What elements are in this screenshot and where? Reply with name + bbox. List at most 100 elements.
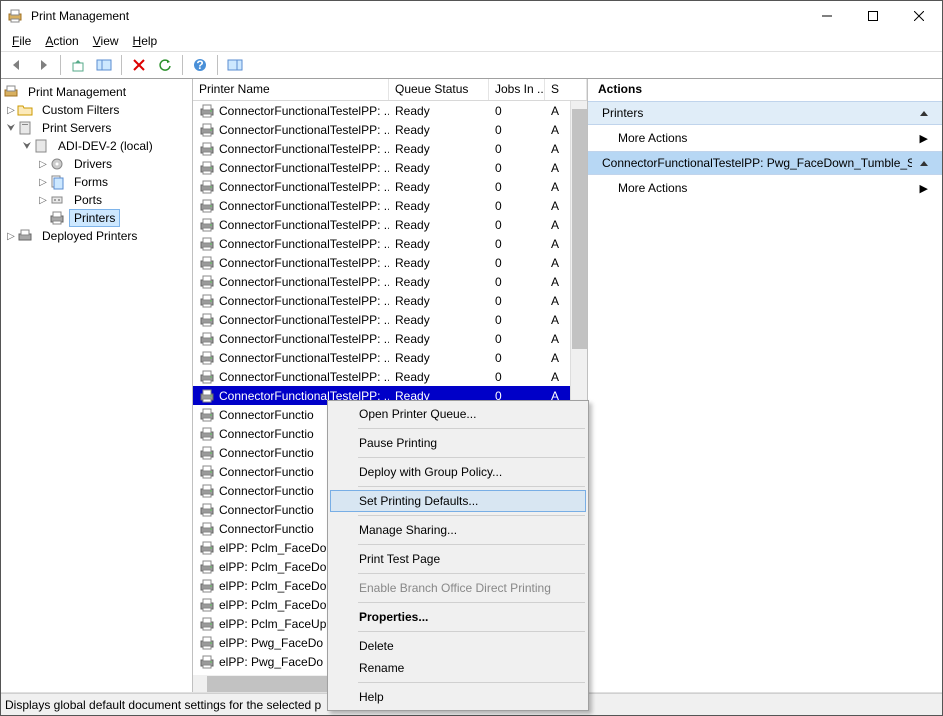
separator [182,55,183,75]
printer-row[interactable]: ConnectorFunctionalTestelPP: ...Ready0A [193,120,587,139]
expand-icon[interactable]: ▷ [37,195,49,206]
printer-row[interactable]: ConnectorFunctionalTestelPP: ...Ready0A [193,158,587,177]
printer-name: ConnectorFunctionalTestelPP: ... [219,351,389,365]
printer-name: ConnectorFunctionalTestelPP: ... [219,180,389,194]
ctx-manage-sharing[interactable]: Manage Sharing... [330,519,586,541]
printer-name: elPP: Pwg_FaceDo [219,655,323,669]
printer-row[interactable]: ConnectorFunctionalTestelPP: ...Ready0A [193,367,587,386]
separator [358,544,585,545]
delete-button[interactable] [127,54,151,76]
printer-jobs: 0 [489,351,545,365]
ctx-test-page[interactable]: Print Test Page [330,548,586,570]
actions-more-1[interactable]: More Actions ▶ [588,125,942,151]
printer-row[interactable]: ConnectorFunctionalTestelPP: ...Ready0A [193,253,587,272]
tree-deployed[interactable]: ▷ Deployed Printers [1,227,192,245]
ctx-pause[interactable]: Pause Printing [330,432,586,454]
refresh-button[interactable] [153,54,177,76]
printer-name: ConnectorFunctio [219,408,314,422]
deployed-icon [17,228,33,244]
printer-jobs: 0 [489,218,545,232]
app-icon [7,8,23,24]
tree-drivers[interactable]: ▷ Drivers [1,155,192,173]
printmgmt-icon [3,84,19,100]
printer-name: ConnectorFunctionalTestelPP: ... [219,313,389,327]
menu-view[interactable]: View [86,32,126,50]
printer-row[interactable]: ConnectorFunctionalTestelPP: ...Ready0A [193,101,587,120]
menu-action[interactable]: Action [38,32,85,50]
ctx-properties[interactable]: Properties... [330,606,586,628]
ctx-open-queue[interactable]: Open Printer Queue... [330,403,586,425]
printer-status: Ready [389,237,489,251]
chevron-right-icon: ▶ [920,182,928,195]
printer-name: ConnectorFunctionalTestelPP: ... [219,256,389,270]
column-queue-status[interactable]: Queue Status [389,79,489,100]
expand-icon[interactable]: ▷ [37,177,49,188]
minimize-button[interactable] [804,1,850,31]
show-hide-button[interactable] [92,54,116,76]
expand-icon[interactable]: ▷ [5,105,17,116]
printer-name: elPP: Pwg_FaceDo [219,636,323,650]
collapse-icon[interactable]: ⮟ [5,123,17,134]
actions-more-2[interactable]: More Actions ▶ [588,175,942,201]
separator [217,55,218,75]
printer-name: ConnectorFunctionalTestelPP: ... [219,161,389,175]
separator [358,515,585,516]
tree-print-servers[interactable]: ⮟ Print Servers [1,119,192,137]
tree-ports[interactable]: ▷ Ports [1,191,192,209]
close-button[interactable] [896,1,942,31]
actions-section-printers[interactable]: Printers [588,101,942,125]
ctx-rename[interactable]: Rename [330,657,586,679]
printer-status: Ready [389,351,489,365]
printer-row[interactable]: ConnectorFunctionalTestelPP: ...Ready0A [193,215,587,234]
printer-jobs: 0 [489,313,545,327]
ctx-delete[interactable]: Delete [330,635,586,657]
printer-name: ConnectorFunctio [219,427,314,441]
tree-forms[interactable]: ▷ Forms [1,173,192,191]
printer-name: ConnectorFunctionalTestelPP: ... [219,332,389,346]
column-printer-name[interactable]: Printer Name [193,79,389,100]
column-more[interactable]: S [545,79,587,100]
separator [358,428,585,429]
printer-row[interactable]: ConnectorFunctionalTestelPP: ...Ready0A [193,196,587,215]
tree-server[interactable]: ⮟ ADI-DEV-2 (local) [1,137,192,155]
printer-row[interactable]: ConnectorFunctionalTestelPP: ...Ready0A [193,177,587,196]
printer-row[interactable]: ConnectorFunctionalTestelPP: ...Ready0A [193,329,587,348]
maximize-button[interactable] [850,1,896,31]
driver-icon [49,156,65,172]
printer-row[interactable]: ConnectorFunctionalTestelPP: ...Ready0A [193,348,587,367]
printer-name: elPP: Pclm_FaceDo [219,598,326,612]
column-jobs[interactable]: Jobs In ... [489,79,545,100]
tree-custom-filters[interactable]: ▷ Custom Filters [1,101,192,119]
printer-jobs: 0 [489,142,545,156]
collapse-icon[interactable]: ⮟ [21,141,33,152]
printer-jobs: 0 [489,199,545,213]
printer-row[interactable]: ConnectorFunctionalTestelPP: ...Ready0A [193,139,587,158]
ctx-help[interactable]: Help [330,686,586,708]
help-button[interactable]: ? [188,54,212,76]
ctx-set-defaults[interactable]: Set Printing Defaults... [330,490,586,512]
expand-icon[interactable]: ▷ [37,159,49,170]
ctx-deploy[interactable]: Deploy with Group Policy... [330,461,586,483]
printer-jobs: 0 [489,180,545,194]
svg-text:?: ? [196,58,203,72]
printer-status: Ready [389,275,489,289]
printer-row[interactable]: ConnectorFunctionalTestelPP: ...Ready0A [193,272,587,291]
printer-name: ConnectorFunctionalTestelPP: ... [219,237,389,251]
printer-row[interactable]: ConnectorFunctionalTestelPP: ...Ready0A [193,234,587,253]
window-title: Print Management [29,9,804,23]
scroll-thumb[interactable] [572,109,587,349]
forward-button[interactable] [31,54,55,76]
back-button[interactable] [5,54,29,76]
menu-help[interactable]: Help [126,32,165,50]
menu-file[interactable]: File [5,32,38,50]
tree-root[interactable]: Print Management [1,83,192,101]
expand-icon[interactable]: ▷ [5,231,17,242]
titlebar: Print Management [1,1,942,31]
action-pane-button[interactable] [223,54,247,76]
actions-section-selected-printer[interactable]: ConnectorFunctionalTestelPP: Pwg_FaceDow… [588,151,942,175]
tree-printers[interactable]: Printers [1,209,192,227]
printer-row[interactable]: ConnectorFunctionalTestelPP: ...Ready0A [193,291,587,310]
printer-row[interactable]: ConnectorFunctionalTestelPP: ...Ready0A [193,310,587,329]
toolbar: ? [1,51,942,79]
up-button[interactable] [66,54,90,76]
